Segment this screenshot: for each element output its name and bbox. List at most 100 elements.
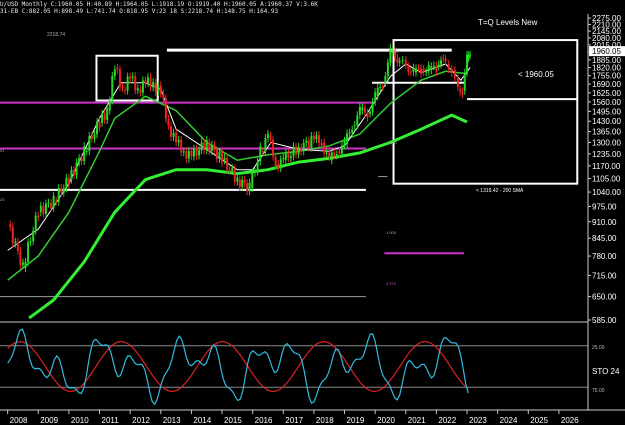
candle-body bbox=[328, 152, 331, 158]
candle-body bbox=[83, 146, 86, 161]
candle-body bbox=[251, 172, 254, 188]
candle-body bbox=[289, 156, 292, 159]
x-tick-label: 2017 bbox=[285, 416, 303, 425]
candle-body bbox=[57, 188, 60, 202]
candle-body bbox=[131, 76, 134, 78]
candle-body bbox=[215, 150, 218, 159]
x-tick-label: 2025 bbox=[530, 416, 548, 425]
y-tick-label: 1235.00 bbox=[592, 150, 621, 159]
candle-body bbox=[282, 157, 285, 160]
candle-body bbox=[292, 146, 295, 157]
sma-callout: < 1319.42 - 200 SMA bbox=[476, 188, 524, 194]
candle-body bbox=[300, 147, 303, 152]
x-tick-label: 2009 bbox=[40, 416, 58, 425]
candle-body bbox=[27, 242, 30, 262]
candle-body bbox=[175, 132, 178, 143]
candle-body bbox=[208, 142, 211, 151]
candle-body bbox=[108, 100, 111, 111]
candle-body bbox=[412, 67, 415, 72]
candle-body bbox=[47, 202, 50, 204]
time-axis[interactable]: 2008 2009 2010 2011 2012 2013 2014 2015 2016 2017… bbox=[7, 410, 580, 425]
candle-body bbox=[85, 151, 88, 153]
candle-body bbox=[274, 156, 277, 167]
candle-body bbox=[384, 76, 387, 83]
y-tick-label: 975.00 bbox=[592, 202, 617, 211]
candle-body bbox=[246, 183, 249, 192]
price-axis[interactable]: 2275.002210.002145.002080.002015.001950.… bbox=[588, 14, 625, 325]
candle-body bbox=[14, 241, 17, 244]
candle-body bbox=[450, 68, 453, 73]
candle-body bbox=[11, 226, 14, 244]
x-tick-label: 2024 bbox=[500, 416, 518, 425]
candle-body bbox=[407, 66, 410, 72]
candle-body bbox=[62, 188, 65, 193]
candle-body bbox=[129, 76, 132, 79]
candle-body bbox=[44, 203, 47, 214]
candle-body bbox=[404, 60, 407, 66]
level-left-label-1: 01 bbox=[0, 148, 5, 153]
candle-body bbox=[447, 63, 450, 69]
candle-body bbox=[238, 179, 241, 187]
candle-body bbox=[231, 168, 234, 171]
candle-body bbox=[134, 76, 137, 91]
candle-body bbox=[210, 144, 213, 151]
candle-body bbox=[401, 60, 404, 62]
last-price-label: 1960.05 bbox=[592, 47, 621, 56]
candle-body bbox=[195, 148, 198, 156]
candle-body bbox=[261, 151, 264, 153]
candle-body bbox=[164, 98, 167, 119]
candle-body bbox=[19, 251, 22, 265]
stoch-d-line bbox=[7, 340, 469, 393]
candle-body bbox=[113, 69, 116, 76]
candle-body bbox=[98, 122, 101, 128]
candle-body bbox=[330, 152, 333, 161]
peak-label: 2218.74 bbox=[47, 32, 65, 38]
x-tick-label: 2023 bbox=[469, 416, 487, 425]
plot-area[interactable] bbox=[0, 39, 579, 320]
candle-body bbox=[205, 139, 208, 151]
candle-body bbox=[320, 142, 323, 146]
candle-body bbox=[417, 68, 420, 70]
candle-body bbox=[149, 77, 152, 88]
candle-body bbox=[80, 158, 83, 161]
candle-body bbox=[297, 146, 300, 155]
box-top-label: .000 bbox=[390, 49, 399, 54]
candle-body bbox=[277, 163, 280, 169]
candle-body bbox=[442, 58, 445, 60]
box-bottom-label: 1.000 bbox=[386, 230, 397, 235]
candle-body bbox=[414, 68, 417, 73]
candle-body bbox=[361, 107, 364, 111]
candle-body bbox=[124, 89, 127, 91]
candle-body bbox=[456, 77, 459, 87]
y-tick-label: 715.00 bbox=[592, 271, 617, 280]
candle-body bbox=[440, 60, 442, 65]
candle-body bbox=[348, 132, 351, 134]
candle-body bbox=[461, 91, 464, 94]
candle-body bbox=[90, 136, 93, 139]
candle-body bbox=[52, 195, 55, 208]
candle-body bbox=[70, 169, 73, 180]
candle-body bbox=[363, 107, 366, 113]
candle-body bbox=[73, 169, 76, 176]
candle-body bbox=[340, 145, 343, 154]
candle-body bbox=[9, 224, 12, 227]
candle-body bbox=[312, 135, 315, 140]
candle-body bbox=[356, 115, 359, 126]
oscillator-panel[interactable] bbox=[0, 328, 588, 406]
candle-body bbox=[430, 66, 433, 71]
candle-body bbox=[67, 177, 70, 185]
candle-body bbox=[272, 139, 275, 157]
x-tick-label: 2014 bbox=[193, 416, 211, 425]
candle-body bbox=[88, 136, 91, 152]
candle-body bbox=[467, 55, 470, 59]
candle-body bbox=[192, 148, 195, 157]
candle-body bbox=[366, 112, 369, 118]
candle-body bbox=[318, 135, 321, 143]
candle-body bbox=[236, 177, 239, 182]
y-tick-label: 1170.00 bbox=[592, 162, 621, 171]
candle-body bbox=[226, 157, 229, 170]
candle-body bbox=[136, 88, 139, 91]
x-tick-label: 2016 bbox=[255, 416, 273, 425]
candle-body bbox=[42, 205, 45, 214]
projection-box bbox=[392, 39, 579, 185]
